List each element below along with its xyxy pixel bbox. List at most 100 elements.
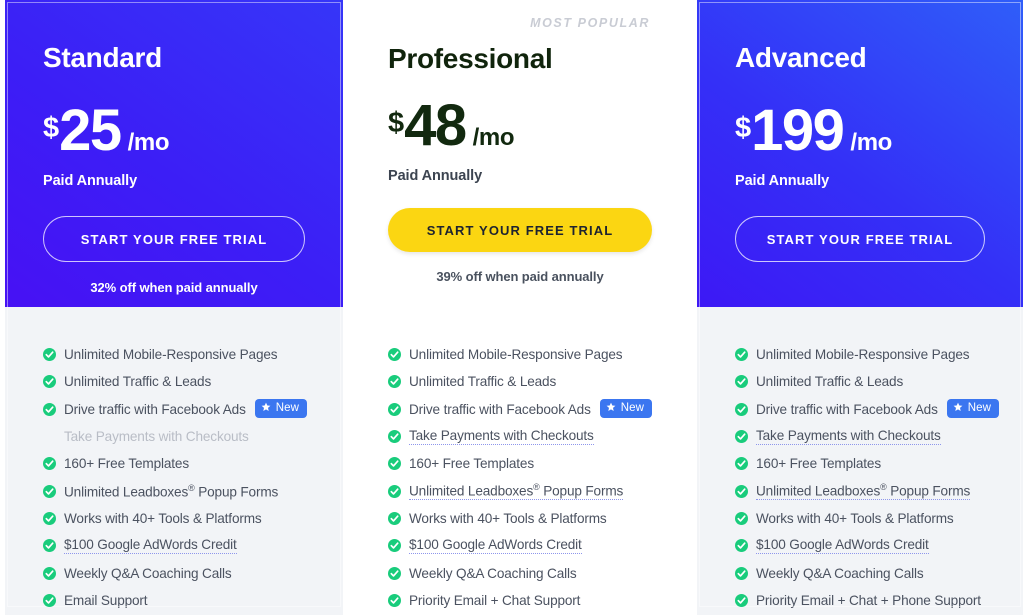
feature-label: Unlimited Leadboxes® Popup Forms [64, 482, 279, 500]
feature-label: Unlimited Mobile-Responsive Pages [756, 347, 970, 363]
feature-label: Works with 40+ Tools & Platforms [64, 510, 262, 526]
feature-row: Priority Email + Chat Support [388, 587, 660, 614]
start-free-trial-button[interactable]: START YOUR FREE TRIAL [388, 208, 652, 252]
pricing-card-advanced: Advanced $ 199 /mo Paid Annually START Y… [697, 0, 1023, 615]
price-period: /mo [472, 124, 515, 151]
check-circle-icon [388, 430, 401, 444]
check-circle-icon [43, 402, 56, 416]
feature-row: Take Payments with Checkouts [388, 423, 660, 450]
feature-row: $100 Google AdWords Credit [735, 532, 993, 559]
feature-label: Unlimited Traffic & Leads [756, 374, 904, 390]
check-circle-icon [388, 539, 401, 553]
feature-list-professional: Unlimited Mobile-Responsive Pages Unlimit… [350, 307, 690, 615]
plan-price: $ 199 /mo [735, 102, 985, 160]
check-circle-icon [735, 348, 748, 362]
price-currency-symbol: $ [388, 107, 405, 139]
feature-row: Take Payments with Checkouts [735, 423, 993, 450]
feature-row: Weekly Q&A Coaching Calls [43, 559, 313, 586]
billing-note: Paid Annually [43, 173, 138, 189]
feature-label[interactable]: $100 Google AdWords Credit [756, 537, 929, 555]
check-circle-icon [43, 375, 56, 389]
new-badge-label: New [967, 402, 992, 415]
check-circle-icon [388, 457, 401, 471]
feature-row: 160+ Free Templates [43, 450, 313, 477]
plan-header-advanced: Advanced $ 199 /mo Paid Annually START Y… [697, 0, 1023, 607]
feature-list-advanced: Unlimited Mobile-Responsive Pages Unlimit… [697, 307, 1023, 615]
feature-label: Take Payments with Checkouts [64, 429, 249, 445]
most-popular-badge: MOST POPULAR [530, 16, 650, 30]
plan-name: Professional [388, 43, 553, 74]
start-free-trial-button[interactable]: START YOUR FREE TRIAL [43, 216, 305, 262]
feature-label[interactable]: $100 Google AdWords Credit [64, 537, 237, 555]
feature-row: Unlimited Leadboxes® Popup Forms [43, 477, 313, 504]
feature-row: Unlimited Traffic & Leads [43, 368, 313, 395]
feature-label: Unlimited Traffic & Leads [64, 374, 212, 390]
feature-row: Drive traffic with Facebook Ads New [388, 396, 660, 423]
feature-label[interactable]: Unlimited Leadboxes® Popup Forms [409, 482, 623, 501]
feature-row: Weekly Q&A Coaching Calls [388, 559, 660, 586]
price-period: /mo [850, 129, 892, 156]
price-period: /mo [127, 129, 170, 156]
plan-name: Standard [43, 42, 162, 73]
new-badge-label: New [620, 402, 645, 415]
check-circle-icon [735, 593, 748, 607]
feature-row: Unlimited Leadboxes® Popup Forms [735, 477, 993, 504]
feature-row: Priority Email + Chat + Phone Support [735, 587, 993, 614]
feature-label: Priority Email + Chat Support [409, 592, 581, 608]
feature-label: Weekly Q&A Coaching Calls [64, 565, 232, 581]
price-amount: 199 [751, 98, 845, 163]
check-circle-icon [735, 484, 748, 498]
check-circle-icon [735, 539, 748, 553]
feature-row: 160+ Free Templates [388, 450, 660, 477]
check-circle-icon [43, 593, 56, 607]
check-circle-icon [735, 457, 748, 471]
feature-row: Unlimited Mobile-Responsive Pages [388, 341, 660, 368]
check-circle-icon [388, 375, 401, 389]
price-amount: 25 [59, 98, 122, 163]
feature-row: Email Support [43, 587, 313, 614]
check-circle-icon [388, 348, 401, 362]
feature-label: Unlimited Mobile-Responsive Pages [64, 347, 278, 363]
check-circle-icon [735, 430, 748, 444]
feature-row: Works with 40+ Tools & Platforms [43, 505, 313, 532]
feature-label: Drive traffic with Facebook Ads [409, 401, 591, 417]
feature-label: 160+ Free Templates [409, 456, 534, 472]
feature-row: Unlimited Mobile-Responsive Pages [735, 341, 993, 368]
billing-note: Paid Annually [388, 168, 483, 184]
feature-label[interactable]: Unlimited Leadboxes® Popup Forms [756, 482, 970, 501]
feature-label: 160+ Free Templates [756, 456, 881, 472]
annual-discount-note: 39% off when paid annually [436, 269, 604, 284]
check-circle-icon [43, 511, 56, 525]
check-circle-icon [735, 402, 748, 416]
feature-label: Email Support [64, 592, 148, 608]
feature-label: Drive traffic with Facebook Ads [756, 401, 938, 417]
new-feature-badge: New [599, 398, 653, 418]
feature-row: Unlimited Mobile-Responsive Pages [43, 341, 313, 368]
feature-row: Weekly Q&A Coaching Calls [735, 559, 993, 586]
annual-discount-note: 32% off when paid annually [90, 280, 258, 295]
price-currency-symbol: $ [735, 112, 752, 144]
feature-row: Works with 40+ Tools & Platforms [735, 505, 993, 532]
feature-label: Works with 40+ Tools & Platforms [756, 510, 954, 526]
feature-row: Take Payments with Checkouts [43, 423, 313, 450]
start-free-trial-button[interactable]: START YOUR FREE TRIAL [735, 216, 985, 262]
feature-label[interactable]: Take Payments with Checkouts [756, 428, 941, 446]
feature-label: Priority Email + Chat + Phone Support [756, 592, 981, 608]
check-circle-icon [388, 484, 401, 498]
feature-label[interactable]: $100 Google AdWords Credit [409, 537, 582, 555]
check-circle-icon [43, 566, 56, 580]
pricing-plans-grid: Standard $ 25 /mo Paid Annually START YO… [0, 0, 1024, 615]
check-circle-icon [388, 566, 401, 580]
feature-row: Drive traffic with Facebook Ads New [735, 396, 1000, 423]
plan-header-professional: MOST POPULAR Professional $ 48 /mo Paid … [350, 0, 690, 307]
feature-row: Works with 40+ Tools & Platforms [388, 505, 660, 532]
price-amount: 48 [404, 93, 467, 158]
check-circle-icon [43, 348, 56, 362]
new-feature-badge: New [254, 398, 308, 418]
star-icon [261, 402, 271, 415]
check-circle-icon [735, 511, 748, 525]
feature-label: 160+ Free Templates [64, 456, 189, 472]
check-circle-icon [43, 539, 56, 553]
feature-row: Unlimited Traffic & Leads [388, 368, 660, 395]
feature-label[interactable]: Take Payments with Checkouts [409, 428, 594, 446]
